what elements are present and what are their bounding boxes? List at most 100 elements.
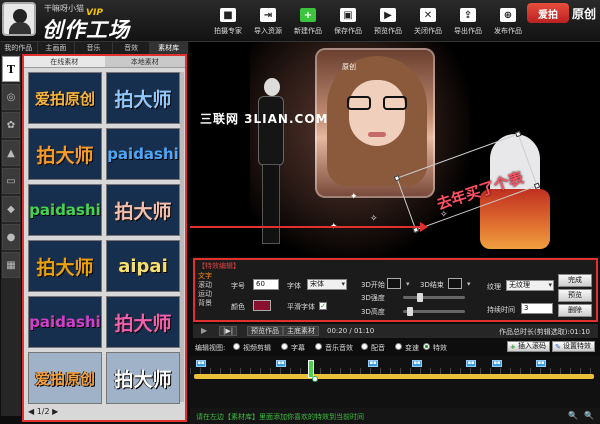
height3d-slider[interactable]	[403, 307, 465, 316]
set-effect-button[interactable]: ✎ 设置特效	[552, 341, 595, 352]
app-title: 创作工场	[42, 17, 130, 42]
dropdown-icon[interactable]: ▾	[467, 280, 471, 288]
library-tabs: 我的作品 主画面 音乐 音效 素材库	[0, 42, 188, 54]
text-icon[interactable]: T	[2, 56, 20, 82]
material-pager[interactable]: ◀ 1/2 ▶	[28, 407, 58, 416]
smooth-font-label: 平滑字体	[287, 303, 315, 311]
tab-0[interactable]: 我的作品	[0, 42, 38, 54]
timeline[interactable]: ▪▪ ▪▪ ▪▪ ▪▪ ▪▪ ▪▪ ▪▪	[190, 356, 600, 408]
tile-text: 拍大师	[114, 88, 172, 111]
view-option-label: 配音	[371, 344, 385, 352]
effect-type-2[interactable]: 运动	[198, 290, 220, 299]
avatar[interactable]	[2, 2, 36, 36]
subtab-1[interactable]: 本地素材	[105, 56, 186, 67]
material-tile[interactable]: 拍大师	[106, 184, 180, 236]
tab-3[interactable]: 音效	[113, 42, 151, 54]
view-radio-1[interactable]	[281, 343, 288, 350]
timeline-marker[interactable]: ▪▪	[412, 360, 422, 367]
master-material-button[interactable]: 主底素材	[283, 326, 319, 336]
material-tile[interactable]: 爱拍原创	[28, 72, 102, 124]
timeline-marker[interactable]: ▪▪	[492, 360, 502, 367]
view-radio-3[interactable]	[361, 343, 368, 350]
playhead-pin[interactable]	[312, 376, 318, 382]
preview-button[interactable]: ▶ 预览作品	[368, 0, 408, 42]
brush-icon[interactable]: ●	[2, 224, 20, 250]
publish-button[interactable]: ⊕ 发布作品	[488, 0, 528, 42]
material-scrollbar[interactable]	[180, 72, 184, 402]
color-swatch[interactable]	[253, 300, 271, 311]
timeline-marker[interactable]: ▪▪	[536, 360, 546, 367]
publish-icon: ⊕	[500, 8, 516, 22]
strength3d-slider[interactable]	[403, 293, 465, 302]
effect-type-list: 文字 滚动 运动 背景	[198, 272, 220, 308]
shape-icon[interactable]: ◆	[2, 196, 20, 222]
texture-label: 纹理	[487, 283, 501, 291]
status-text: 请在左边【素材库】里面添加你喜欢的特效到当前时间	[196, 413, 364, 421]
effect-type-3[interactable]: 背景	[198, 299, 220, 308]
zoom-in-icon[interactable]: 🔍	[584, 411, 594, 420]
view-radio-4[interactable]	[395, 343, 402, 350]
material-tile[interactable]: 拍大师	[106, 296, 180, 348]
toolbar-label: 保存作品	[334, 27, 362, 35]
resize-handle[interactable]	[393, 175, 401, 182]
insert-rolling-button[interactable]: + 插入滚码	[507, 341, 550, 352]
plus-button[interactable]: + 新建作品	[288, 0, 328, 42]
material-tile[interactable]: paidashi	[28, 184, 102, 236]
timeline-marker[interactable]: ▪▪	[368, 360, 378, 367]
font-select[interactable]: 宋体	[307, 279, 347, 290]
delete-button[interactable]: 删除	[558, 304, 592, 317]
material-tile[interactable]: 拍大师	[28, 128, 102, 180]
effect-type-1[interactable]: 滚动	[198, 281, 220, 290]
tab-1[interactable]: 主画面	[38, 42, 76, 54]
start3d-color[interactable]	[387, 278, 401, 289]
duration-input[interactable]: 3	[521, 303, 553, 314]
dropdown-icon[interactable]: ▾	[406, 280, 410, 288]
material-tile[interactable]: paidashi	[106, 128, 180, 180]
size-input[interactable]: 60	[253, 279, 279, 290]
smooth-font-checkbox[interactable]: ✓	[319, 302, 327, 310]
time-readout: 00:20 / 01:10	[327, 327, 375, 335]
zoom-out-icon[interactable]: 🔍	[568, 411, 578, 420]
preview-work-button[interactable]: 预览作品	[247, 326, 283, 336]
view-radio-5[interactable]	[423, 343, 430, 350]
tab-4[interactable]: 素材库	[150, 42, 188, 54]
search-icon[interactable]: ◎	[2, 84, 20, 110]
toolbar-label: 拍摄专家	[214, 27, 242, 35]
timeline-marker[interactable]: ▪▪	[466, 360, 476, 367]
preview-canvas[interactable]: 原创 三联网 3LIAN.COM ✦ ✧ ✦ ✧ 去年买了个表	[190, 42, 600, 257]
export-button[interactable]: ⇪ 导出作品	[448, 0, 488, 42]
view-radio-0[interactable]	[233, 343, 240, 350]
tile-text: aipai	[118, 255, 168, 277]
brand-text: 原创	[571, 6, 596, 21]
effect-type-0[interactable]: 文字	[198, 272, 220, 281]
material-tile[interactable]: aipai	[106, 240, 180, 292]
play-icon[interactable]: ▶	[201, 326, 207, 335]
material-tile[interactable]: paidashi	[28, 296, 102, 348]
frame-icon[interactable]: ▭	[2, 168, 20, 194]
end3d-color[interactable]	[448, 278, 462, 289]
view-radio-2[interactable]	[315, 343, 322, 350]
material-tile[interactable]: 拍大师	[106, 72, 180, 124]
preview-button[interactable]: 预览	[558, 289, 592, 302]
save-button[interactable]: ▣ 保存作品	[328, 0, 368, 42]
picture-icon[interactable]: ▦	[2, 252, 20, 278]
camera-button[interactable]: ■ 拍摄专家	[208, 0, 248, 42]
height3d-label: 3D高度	[361, 308, 385, 316]
tab-2[interactable]: 音乐	[75, 42, 113, 54]
effect-track[interactable]	[194, 374, 594, 379]
close-button[interactable]: ✕ 关闭作品	[408, 0, 448, 42]
flower-icon[interactable]: ✿	[2, 112, 20, 138]
material-tile[interactable]: 拍大师	[28, 240, 102, 292]
image-icon[interactable]: ▲	[2, 140, 20, 166]
toolbar-label: 发布作品	[494, 27, 522, 35]
timeline-marker[interactable]: ▪▪	[196, 360, 206, 367]
material-tile[interactable]: 爱拍原创	[28, 352, 102, 404]
import-button[interactable]: ⇥ 导入资源	[248, 0, 288, 42]
material-tile[interactable]: 拍大师	[106, 352, 180, 404]
subtab-0[interactable]: 在线素材	[24, 56, 105, 67]
timeline-marker[interactable]: ▪▪	[276, 360, 286, 367]
watermark-text: 三联网 3LIAN.COM	[200, 112, 329, 126]
texture-select[interactable]: 无纹理	[506, 280, 554, 291]
frame-step-button[interactable]: |▶|	[219, 326, 238, 336]
finish-button[interactable]: 完成	[558, 274, 592, 287]
